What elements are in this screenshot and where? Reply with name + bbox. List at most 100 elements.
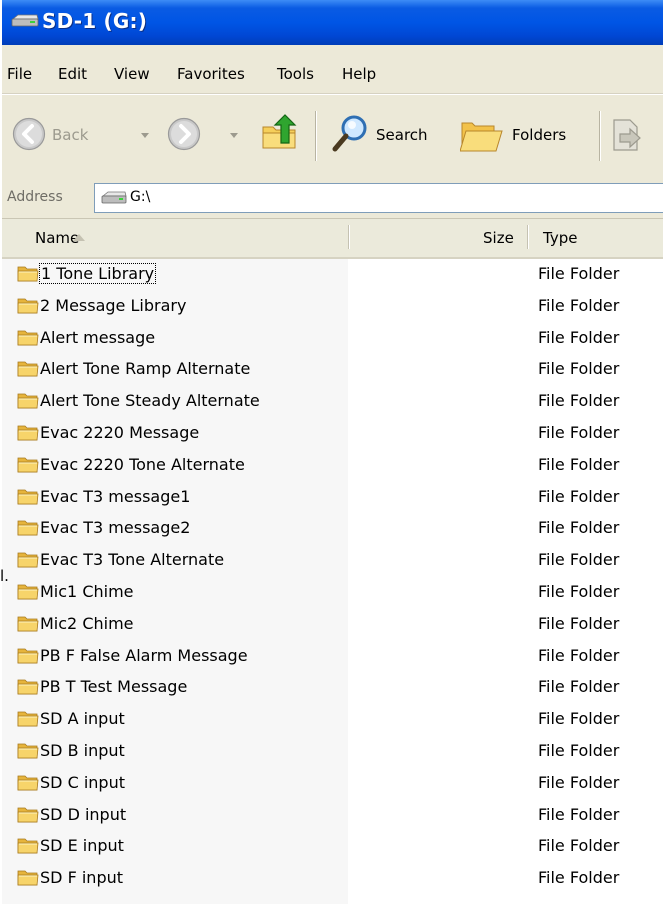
column-divider[interactable] [348,225,350,249]
back-arrow-icon [12,117,46,151]
list-item[interactable]: Evac T3 message2 File Folder [2,513,663,544]
stray-text: l. [0,567,9,585]
forward-button[interactable] [167,95,247,178]
column-header-size[interactable]: Size [483,229,514,247]
drive-icon [101,191,127,204]
list-item[interactable]: Alert message File Folder [2,323,663,354]
list-item[interactable]: Evac T3 message1 File Folder [2,482,663,513]
toolbar-separator [599,111,601,161]
file-type: File Folder [538,486,620,506]
search-button[interactable]: Search [329,95,449,178]
forward-dropdown-icon[interactable] [230,133,238,138]
list-item[interactable]: Mic2 Chime File Folder [2,609,663,640]
folder-icon [17,266,39,282]
menu-edit[interactable]: Edit [58,65,87,83]
file-type: File Folder [538,264,620,283]
list-item[interactable]: SD F input File Folder [2,863,663,894]
window-title: SD-1 (G:) [42,9,148,33]
address-bar: Address G:\ [2,178,663,219]
file-type: File Folder [538,582,620,601]
column-header-type[interactable]: Type [543,229,577,247]
folder-icon [17,361,39,377]
sort-ascending-icon [73,234,85,241]
list-item[interactable]: Evac 2220 Tone Alternate File Folder [2,450,663,481]
file-name: SD C input [40,772,125,792]
list-item[interactable]: SD A input File Folder [2,704,663,735]
back-label: Back [52,126,89,144]
address-label: Address [7,189,63,205]
menu-bar: File Edit View Favorites Tools Help [2,45,663,94]
file-name: 1 Tone Library [38,263,157,284]
search-label: Search [376,126,428,144]
up-folder-button[interactable] [260,95,305,178]
list-item[interactable]: SD C input File Folder [2,768,663,799]
folder-icon [17,870,39,886]
folder-icon [17,489,39,504]
file-type: File Folder [538,772,620,792]
folder-icon [17,838,39,854]
explorer-window: SD-1 (G:) File Edit View Favorites Tools… [2,0,663,904]
list-item[interactable]: PB F False Alarm Message File Folder [2,641,663,672]
menu-help[interactable]: Help [342,65,376,83]
file-type: File Folder [538,454,620,474]
toolbar: Back Search Folders [2,94,663,179]
file-name: SD B input [40,741,125,760]
list-item[interactable]: SD D input File Folder [2,800,663,831]
forward-arrow-icon [167,117,201,151]
list-item[interactable]: Alert Tone Steady Alternate File Folder [2,386,663,417]
folder-icon [17,711,39,727]
menu-file[interactable]: File [7,65,32,83]
folder-icon [17,807,39,822]
folder-icon [17,393,39,409]
move-to-button[interactable] [610,95,663,178]
drive-icon [11,14,39,27]
column-divider[interactable] [527,225,529,249]
search-icon [332,115,367,152]
file-name: Mic2 Chime [40,613,134,633]
file-name: SD A input [40,709,125,729]
file-name: Alert message [40,327,156,347]
address-input[interactable]: G:\ [94,183,663,213]
menu-tools[interactable]: Tools [277,65,314,83]
list-item[interactable]: 1 Tone Library File Folder [2,259,663,290]
file-name: SD F input [40,868,124,888]
list-item[interactable]: PB T Test Message File Folder [2,672,663,703]
menu-view[interactable]: View [114,65,150,83]
folder-icon [17,457,39,473]
file-name: Evac 2220 Message [40,423,200,442]
folders-button[interactable]: Folders [460,95,590,178]
folder-icon [17,552,39,568]
folder-icon [17,616,39,632]
file-name: Evac T3 message1 [40,486,191,506]
list-item[interactable]: Evac 2220 Message File Folder [2,418,663,449]
list-item[interactable]: Alert Tone Ramp Alternate File Folder [2,354,663,385]
column-headers: Name Size Type [2,219,663,259]
toolbar-separator [315,111,317,161]
folders-label: Folders [512,126,567,144]
file-name: PB F False Alarm Message [40,645,248,665]
file-type: File Folder [538,295,620,315]
list-item[interactable]: 2 Message Library File Folder [2,291,663,322]
file-type: File Folder [538,391,620,411]
list-item[interactable]: SD B input File Folder [2,736,663,767]
file-name: Alert Tone Steady Alternate [40,391,260,411]
file-type: File Folder [538,327,620,347]
folder-icon [17,775,39,791]
menu-favorites[interactable]: Favorites [177,65,245,83]
title-bar[interactable]: SD-1 (G:) [2,0,663,45]
file-type: File Folder [538,677,620,697]
folder-icon [17,679,39,695]
file-type: File Folder [538,868,620,888]
back-button[interactable]: Back [2,95,157,178]
file-name: Evac T3 Tone Alternate [40,550,225,570]
list-item[interactable]: Mic1 Chime File Folder [2,577,663,608]
file-name: SD D input [40,804,127,824]
file-name: 2 Message Library [40,295,187,315]
folder-icon [17,298,39,314]
folder-icon [17,520,39,536]
folder-icon [17,584,39,600]
list-item[interactable]: Evac T3 Tone Alternate File Folder [2,545,663,576]
file-type: File Folder [538,613,620,633]
back-dropdown-icon[interactable] [141,133,149,138]
list-item[interactable]: SD E input File Folder [2,831,663,862]
